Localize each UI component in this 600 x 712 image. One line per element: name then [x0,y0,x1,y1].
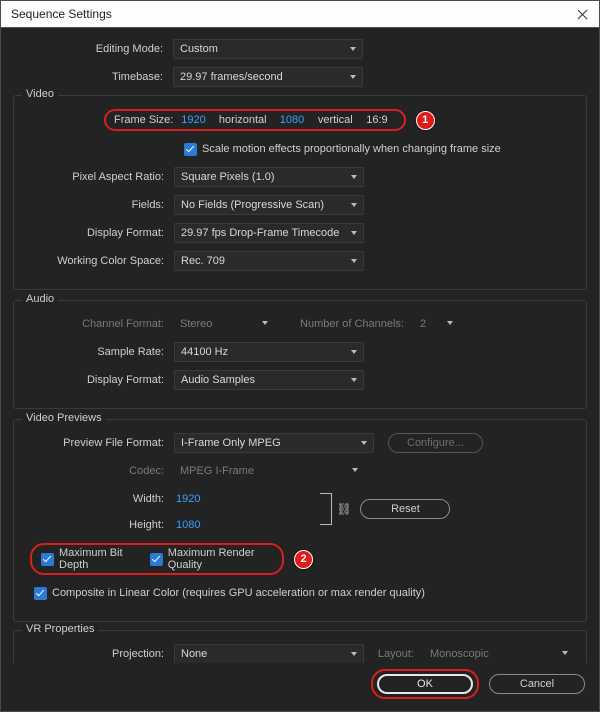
projection-label: Projection: [14,648,174,660]
channel-format-select: Stereo [174,314,274,334]
video-group-label: Video [22,88,58,100]
audio-display-format-label: Display Format: [14,374,174,386]
vr-properties-group: VR Properties Projection: None Layout: M… [13,630,587,663]
composite-linear-label: Composite in Linear Color (requires GPU … [52,587,425,599]
reset-button[interactable]: Reset [360,499,450,519]
codec-label: Codec: [14,465,174,477]
frame-height-field[interactable]: 1080 [272,114,312,126]
scale-motion-effects-label: Scale motion effects proportionally when… [202,143,501,155]
annotation-ring-1: Frame Size: 1920 horizontal 1080 vertica… [104,109,406,131]
editing-mode-select[interactable]: Custom [173,39,363,59]
sample-rate-label: Sample Rate: [14,346,174,358]
ok-button[interactable]: OK [377,674,473,694]
bracket-icon [320,493,332,525]
maximum-bit-depth-label: Maximum Bit Depth [59,547,141,571]
cancel-button[interactable]: Cancel [489,674,585,694]
composite-linear-checkbox[interactable] [34,587,47,600]
annotation-bullet-1: 1 [416,111,435,130]
configure-button: Configure... [388,433,483,453]
video-previews-group: Video Previews Preview File Format: I-Fr… [13,419,587,622]
layout-label: Layout: [364,648,424,660]
fields-select[interactable]: No Fields (Progressive Scan) [174,195,364,215]
frame-width-field[interactable]: 1920 [173,114,213,126]
audio-group-label: Audio [22,293,58,305]
maximum-render-quality-label: Maximum Render Quality [168,547,274,571]
preview-file-format-select[interactable]: I-Frame Only MPEG [174,433,374,453]
maximum-render-quality-checkbox[interactable] [150,553,163,566]
horizontal-label: horizontal [214,114,272,126]
annotation-ring-3: OK [371,669,479,699]
scale-motion-effects-checkbox[interactable] [184,143,197,156]
pixel-aspect-ratio-select[interactable]: Square Pixels (1.0) [174,167,364,187]
timebase-select[interactable]: 29.97 frames/second [173,67,363,87]
video-group: Video Frame Size: 1920 horizontal 1080 v… [13,95,587,290]
codec-select: MPEG I-Frame [174,461,364,481]
maximum-bit-depth-checkbox[interactable] [41,553,54,566]
number-of-channels-select: 2 [414,314,459,334]
close-icon[interactable] [577,8,589,20]
link-icon[interactable]: ⛓ [332,502,346,516]
vertical-label: vertical [312,114,358,126]
timebase-label: Timebase: [13,71,173,83]
display-format-select[interactable]: 29.97 fps Drop-Frame Timecode [174,223,364,243]
video-previews-group-label: Video Previews [22,412,106,424]
annotation-ring-2: Maximum Bit Depth Maximum Render Quality [30,543,284,575]
window-title: Sequence Settings [11,7,112,21]
sample-rate-select[interactable]: 44100 Hz [174,342,364,362]
audio-group: Audio Channel Format: Stereo Number of C… [13,300,587,409]
audio-display-format-select[interactable]: Audio Samples [174,370,364,390]
working-color-space-label: Working Color Space: [14,255,174,267]
channel-format-label: Channel Format: [14,318,174,330]
editing-mode-label: Editing Mode: [13,43,173,55]
vr-properties-group-label: VR Properties [22,623,98,635]
fields-label: Fields: [14,199,174,211]
aspect-ratio-text: 16:9 [358,114,395,126]
titlebar: Sequence Settings [1,1,599,28]
preview-file-format-label: Preview File Format: [14,437,174,449]
height-field[interactable]: 1080 [174,519,200,531]
annotation-bullet-2: 2 [294,550,313,569]
display-format-label: Display Format: [14,227,174,239]
working-color-space-select[interactable]: Rec. 709 [174,251,364,271]
number-of-channels-label: Number of Channels: [274,318,414,330]
width-label: Width: [14,493,174,505]
pixel-aspect-ratio-label: Pixel Aspect Ratio: [14,171,174,183]
frame-size-label: Frame Size: [114,114,173,126]
projection-select[interactable]: None [174,644,364,663]
layout-select: Monoscopic [424,644,574,663]
height-label: Height: [14,519,174,531]
width-field[interactable]: 1920 [174,493,200,505]
